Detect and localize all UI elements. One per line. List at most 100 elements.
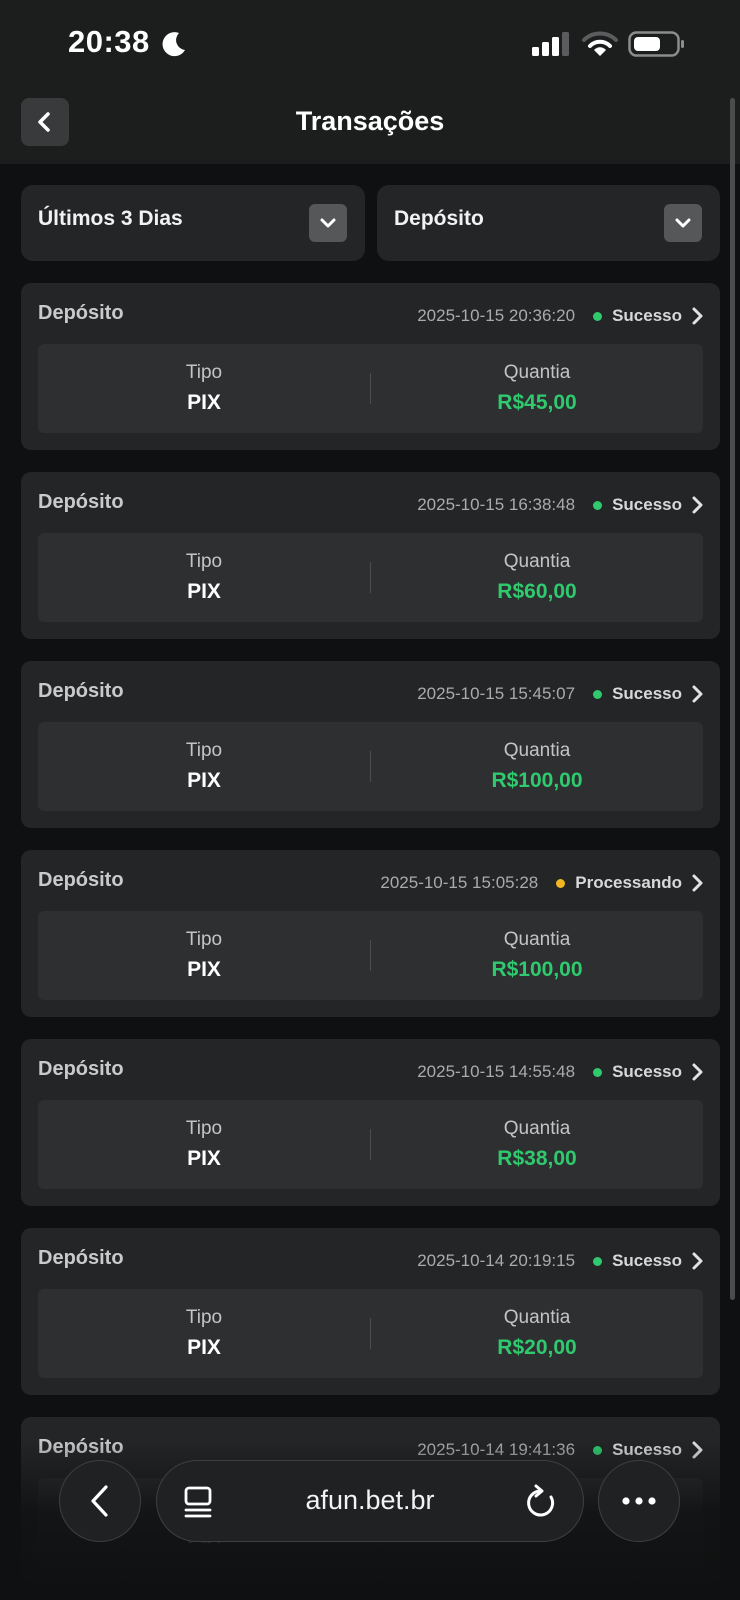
- moon-icon: [162, 32, 185, 57]
- transaction-card[interactable]: Depósito 2025-10-15 15:05:28 Processando…: [21, 850, 720, 1017]
- type-label: Tipo: [185, 740, 223, 761]
- transaction-title: Depósito: [38, 680, 124, 702]
- amount-column: Quantia R$38,00: [371, 1100, 703, 1189]
- amount-value: R$100,00: [491, 958, 583, 981]
- status-dot-icon: [593, 689, 603, 699]
- type-label: Tipo: [185, 1118, 223, 1139]
- chevron-right-icon[interactable]: [690, 873, 704, 893]
- cellular-signal-icon: [532, 32, 569, 56]
- transaction-details: Tipo PIX Quantia R$100,00: [38, 722, 703, 811]
- type-label: Tipo: [185, 362, 223, 383]
- transaction-meta: 2025-10-15 15:45:07 Sucesso: [417, 681, 704, 707]
- amount-column: Quantia R$45,00: [371, 344, 703, 433]
- browser-back-button[interactable]: [59, 1460, 141, 1542]
- transaction-status: Sucesso: [612, 1062, 682, 1081]
- type-label: Tipo: [185, 929, 223, 950]
- period-filter-dropdown[interactable]: Últimos 3 Dias: [21, 185, 365, 261]
- url-text[interactable]: afun.bet.br: [157, 1485, 583, 1516]
- status-time: 20:38: [68, 24, 150, 59]
- scrollbar[interactable]: [730, 98, 735, 1300]
- transaction-title: Depósito: [38, 1247, 124, 1269]
- transaction-card[interactable]: Depósito 2025-10-15 15:45:07 Sucesso Tip…: [21, 661, 720, 828]
- type-column: Tipo PIX: [38, 1289, 370, 1378]
- amount-label: Quantia: [503, 551, 571, 572]
- transaction-meta: 2025-10-14 20:19:15 Sucesso: [417, 1248, 704, 1274]
- status-dot-icon: [593, 1067, 603, 1077]
- chevron-down-icon[interactable]: [664, 204, 702, 242]
- header-bar: Transações: [0, 90, 740, 164]
- transaction-title: Depósito: [38, 302, 124, 324]
- page-title: Transações: [295, 106, 445, 136]
- transaction-status: Sucesso: [612, 306, 682, 325]
- transaction-status: Processando: [575, 873, 682, 892]
- transaction-card[interactable]: Depósito 2025-10-15 14:55:48 Sucesso Tip…: [21, 1039, 720, 1206]
- type-value: PIX: [187, 769, 221, 792]
- amount-column: Quantia R$100,00: [371, 911, 703, 1000]
- reload-icon[interactable]: [523, 1483, 559, 1521]
- type-label: Tipo: [185, 1307, 223, 1328]
- transaction-details: Tipo PIX Quantia R$38,00: [38, 1100, 703, 1189]
- status-dot-icon: [593, 500, 603, 510]
- chevron-down-icon[interactable]: [309, 204, 347, 242]
- transaction-title: Depósito: [38, 1058, 124, 1080]
- type-column: Tipo PIX: [38, 722, 370, 811]
- transaction-datetime: 2025-10-15 20:36:20: [417, 306, 576, 325]
- amount-column: Quantia R$100,00: [371, 722, 703, 811]
- status-dot-icon: [593, 311, 603, 321]
- amount-value: R$100,00: [491, 769, 583, 792]
- type-filter-value: Depósito: [394, 207, 484, 230]
- chevron-right-icon[interactable]: [690, 1062, 704, 1082]
- transaction-card[interactable]: Depósito 2025-10-15 20:36:20 Sucesso Tip…: [21, 283, 720, 450]
- status-bar: 20:38: [0, 0, 740, 90]
- amount-label: Quantia: [503, 1118, 571, 1139]
- chevron-right-icon[interactable]: [690, 1251, 704, 1271]
- amount-label: Quantia: [503, 740, 571, 761]
- transaction-datetime: 2025-10-15 16:38:48: [417, 495, 576, 514]
- transaction-card[interactable]: Depósito 2025-10-14 20:19:15 Sucesso Tip…: [21, 1228, 720, 1395]
- battery-icon: [628, 31, 684, 57]
- transaction-meta: 2025-10-15 16:38:48 Sucesso: [417, 492, 704, 518]
- type-column: Tipo PIX: [38, 1100, 370, 1189]
- amount-column: Quantia R$60,00: [371, 533, 703, 622]
- transaction-datetime: 2025-10-15 14:55:48: [417, 1062, 576, 1081]
- transaction-title: Depósito: [38, 491, 124, 513]
- type-value: PIX: [187, 580, 221, 603]
- type-column: Tipo PIX: [38, 911, 370, 1000]
- chevron-right-icon[interactable]: [690, 495, 704, 515]
- transaction-details: Tipo PIX Quantia R$100,00: [38, 911, 703, 1000]
- chevron-right-icon[interactable]: [690, 684, 704, 704]
- wifi-icon: [582, 31, 618, 56]
- transaction-meta: 2025-10-15 15:05:28 Processando: [380, 870, 704, 896]
- transaction-status: Sucesso: [612, 495, 682, 514]
- amount-value: R$38,00: [497, 1147, 577, 1170]
- address-bar[interactable]: afun.bet.br: [156, 1460, 584, 1542]
- browser-more-button[interactable]: [598, 1460, 680, 1542]
- transaction-title: Depósito: [38, 869, 124, 891]
- transaction-details: Tipo PIX Quantia R$60,00: [38, 533, 703, 622]
- type-column: Tipo PIX: [38, 533, 370, 622]
- type-value: PIX: [187, 391, 221, 414]
- transaction-meta: 2025-10-15 14:55:48 Sucesso: [417, 1059, 704, 1085]
- type-value: PIX: [187, 1336, 221, 1359]
- transaction-details: Tipo PIX Quantia R$20,00: [38, 1289, 703, 1378]
- transaction-datetime: 2025-10-15 15:45:07: [417, 684, 576, 703]
- type-column: Tipo PIX: [38, 344, 370, 433]
- transaction-card[interactable]: Depósito 2025-10-15 16:38:48 Sucesso Tip…: [21, 472, 720, 639]
- transaction-datetime: 2025-10-15 15:05:28: [380, 873, 539, 892]
- transaction-status: Sucesso: [612, 684, 682, 703]
- transaction-datetime: 2025-10-14 20:19:15: [417, 1251, 576, 1270]
- type-value: PIX: [187, 1147, 221, 1170]
- type-filter-dropdown[interactable]: Depósito: [377, 185, 720, 261]
- transaction-details: Tipo PIX Quantia R$45,00: [38, 344, 703, 433]
- amount-label: Quantia: [503, 362, 571, 383]
- status-dot-icon: [556, 878, 566, 888]
- amount-value: R$20,00: [497, 1336, 577, 1359]
- period-filter-value: Últimos 3 Dias: [38, 207, 183, 230]
- amount-column: Quantia R$20,00: [371, 1289, 703, 1378]
- amount-value: R$45,00: [497, 391, 577, 414]
- chevron-right-icon[interactable]: [690, 306, 704, 326]
- amount-label: Quantia: [503, 1307, 571, 1328]
- type-value: PIX: [187, 958, 221, 981]
- amount-label: Quantia: [503, 929, 571, 950]
- more-dots-icon: [622, 1497, 656, 1505]
